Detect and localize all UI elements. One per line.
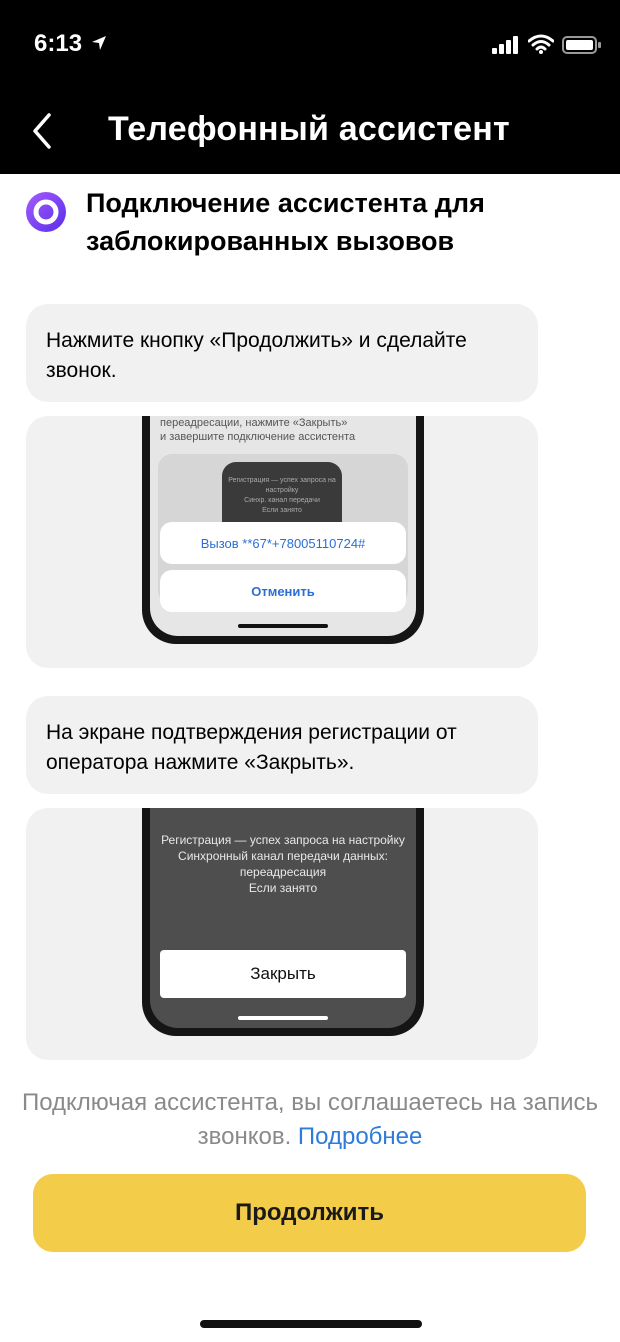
- step-1-preview-card: переадресации, нажмите «Закрыть» и завер…: [26, 416, 538, 668]
- battery-icon: [562, 36, 601, 54]
- consent-text: Подключая ассистента, вы соглашаетесь на…: [0, 1086, 620, 1154]
- back-chevron-icon: [33, 113, 51, 149]
- status-bar: 6:13: [0, 0, 620, 90]
- inner-phone-line: Регистрация — успех запроса на настройку: [228, 477, 336, 494]
- confirmation-text: Регистрация — успех запроса на настройку…: [150, 832, 416, 896]
- wifi-icon: [528, 34, 554, 54]
- phone-mockup: переадресации, нажмите «Закрыть» и завер…: [142, 416, 424, 644]
- home-indicator: [200, 1320, 422, 1328]
- more-info-link[interactable]: Подробнее: [298, 1123, 422, 1150]
- step-1-text: Нажмите кнопку «Продолжить» и сделайте з…: [46, 329, 467, 382]
- alice-icon: [26, 192, 66, 232]
- phone-screen: переадресации, нажмите «Закрыть» и завер…: [150, 416, 416, 636]
- inner-phone-line: Синхр. канал передачи: [244, 497, 320, 504]
- preview-home-indicator: [238, 624, 328, 628]
- step-2-text: На экране подтверждения регистрации от о…: [46, 721, 457, 774]
- page-title: Телефонный ассистент: [108, 110, 510, 148]
- section-title: Подключение ассистента для заблокированн…: [86, 188, 485, 256]
- phone-mockup: Регистрация — успех запроса на настройку…: [142, 808, 424, 1036]
- call-preview-button: Вызов **67*+78005110724#: [160, 522, 406, 564]
- preview-caption-line: переадресации, нажмите «Закрыть»: [160, 417, 348, 429]
- close-preview-button: Закрыть: [160, 950, 406, 998]
- inner-phone-line: Если занято: [262, 507, 302, 514]
- preview-home-indicator: [238, 1016, 328, 1020]
- back-button[interactable]: [20, 106, 64, 156]
- cancel-preview-button: Отменить: [160, 570, 406, 612]
- nav-bar: Телефонный ассистент: [0, 90, 620, 174]
- confirmation-line: Регистрация — успех запроса на настройку: [161, 833, 405, 847]
- signal-icon: [492, 36, 518, 54]
- confirmation-line: Синхронный канал передачи данных:: [178, 849, 388, 863]
- step-2-card: На экране подтверждения регистрации от о…: [26, 696, 538, 794]
- continue-button[interactable]: Продолжить: [33, 1174, 586, 1252]
- phone-screen: Регистрация — успех запроса на настройку…: [150, 808, 416, 1028]
- confirmation-line: переадресация: [239, 865, 327, 879]
- status-time: 6:13: [34, 30, 83, 57]
- confirmation-line: Если занято: [248, 881, 318, 895]
- preview-caption-line: и завершите подключение ассистента: [160, 431, 356, 443]
- step-1-card: Нажмите кнопку «Продолжить» и сделайте з…: [26, 304, 538, 402]
- step-2-preview-card: Регистрация — успех запроса на настройку…: [26, 808, 538, 1060]
- location-arrow-icon: [92, 36, 106, 50]
